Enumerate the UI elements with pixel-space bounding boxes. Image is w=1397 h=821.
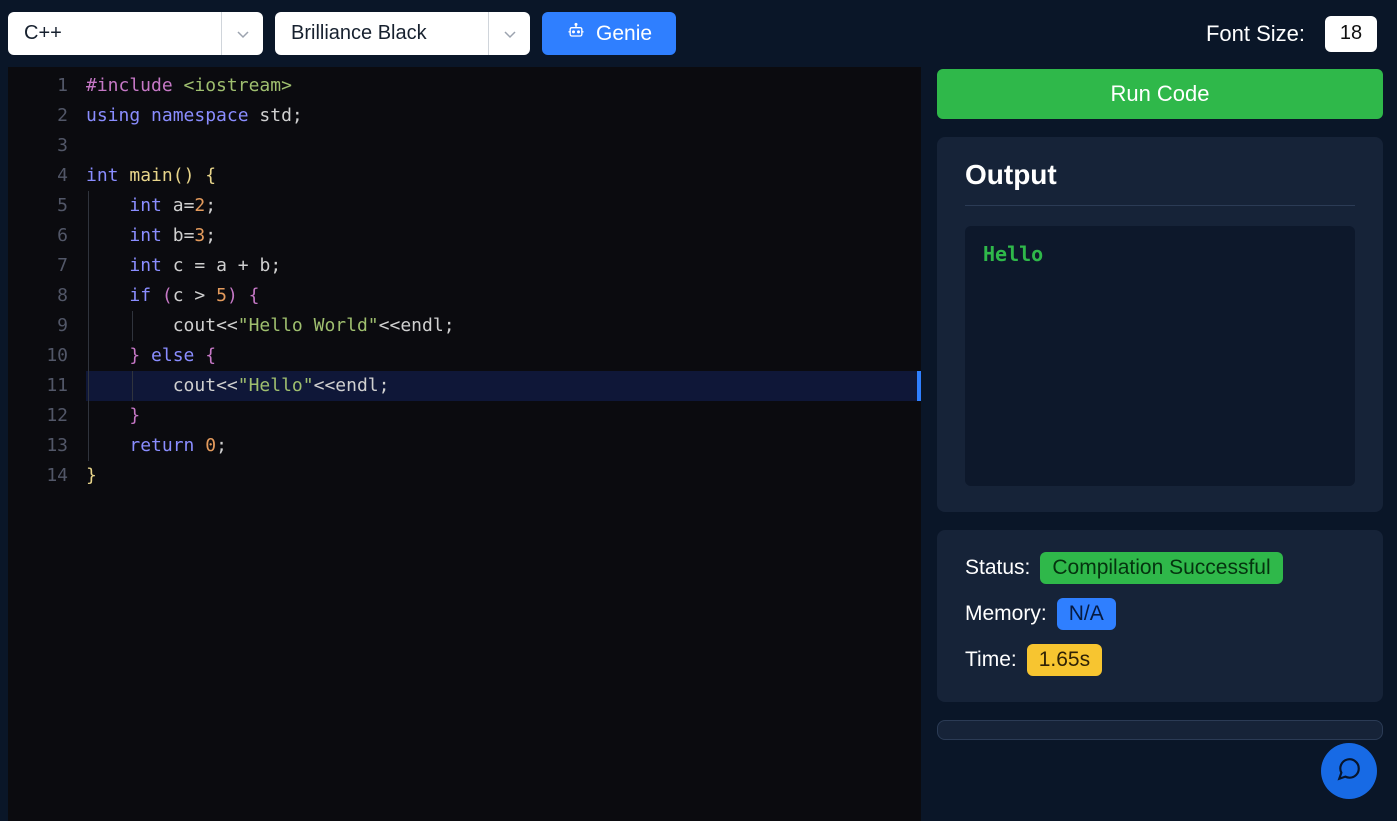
line-number: 4 xyxy=(8,161,68,191)
code-line[interactable]: int main() { xyxy=(86,161,921,191)
code-line[interactable]: #include <iostream> xyxy=(86,71,921,101)
code-line[interactable]: int a=2; xyxy=(86,191,921,221)
font-size-input[interactable] xyxy=(1325,16,1377,52)
output-text: Hello xyxy=(983,242,1043,266)
line-number: 11 xyxy=(8,371,68,401)
memory-badge: N/A xyxy=(1057,598,1116,630)
line-number: 10 xyxy=(8,341,68,371)
line-gutter: 1234567891011121314 xyxy=(8,67,86,821)
line-number: 2 xyxy=(8,101,68,131)
time-badge: 1.65s xyxy=(1027,644,1102,676)
line-number: 9 xyxy=(8,311,68,341)
language-select-value: C++ xyxy=(8,22,221,45)
code-line[interactable]: } xyxy=(86,461,921,491)
line-number: 13 xyxy=(8,431,68,461)
output-box: Hello xyxy=(965,226,1355,486)
code-line[interactable]: if (c > 5) { xyxy=(86,281,921,311)
code-line[interactable]: cout<<"Hello World"<<endl; xyxy=(86,311,921,341)
output-card: Output Hello xyxy=(937,137,1383,512)
code-line[interactable]: int c = a + b; xyxy=(86,251,921,281)
panel-divider xyxy=(937,720,1383,740)
memory-label: Memory: xyxy=(965,602,1047,626)
code-line[interactable]: } xyxy=(86,401,921,431)
chat-icon xyxy=(1336,756,1362,787)
output-title: Output xyxy=(965,159,1355,206)
chevron-down-icon xyxy=(221,12,263,55)
code-line[interactable]: int b=3; xyxy=(86,221,921,251)
code-line[interactable]: return 0; xyxy=(86,431,921,461)
line-number: 6 xyxy=(8,221,68,251)
right-panel: Run Code Output Hello Status: Compilatio… xyxy=(937,67,1397,821)
genie-button[interactable]: Genie xyxy=(542,12,676,55)
status-label: Status: xyxy=(965,556,1030,580)
toolbar: C++ Brilliance Black Genie Font Size: xyxy=(0,0,1397,67)
chat-fab[interactable] xyxy=(1321,743,1377,799)
code-line[interactable]: } else { xyxy=(86,341,921,371)
main-layout: 1234567891011121314 #include <iostream>u… xyxy=(0,67,1397,821)
line-number: 5 xyxy=(8,191,68,221)
status-card: Status: Compilation Successful Memory: N… xyxy=(937,530,1383,702)
code-editor[interactable]: 1234567891011121314 #include <iostream>u… xyxy=(8,67,921,821)
line-number: 1 xyxy=(8,71,68,101)
status-row: Status: Compilation Successful xyxy=(965,552,1355,584)
time-row: Time: 1.65s xyxy=(965,644,1355,676)
theme-select-value: Brilliance Black xyxy=(275,22,488,45)
code-line[interactable]: using namespace std; xyxy=(86,101,921,131)
genie-button-label: Genie xyxy=(596,22,652,46)
line-number: 12 xyxy=(8,401,68,431)
code-area[interactable]: #include <iostream>using namespace std; i… xyxy=(86,67,921,821)
font-size-label: Font Size: xyxy=(1206,21,1305,47)
line-number: 7 xyxy=(8,251,68,281)
language-select[interactable]: C++ xyxy=(8,12,263,55)
theme-select[interactable]: Brilliance Black xyxy=(275,12,530,55)
code-line[interactable] xyxy=(86,131,921,161)
line-number: 3 xyxy=(8,131,68,161)
line-number: 14 xyxy=(8,461,68,491)
line-number: 8 xyxy=(8,281,68,311)
time-label: Time: xyxy=(965,648,1017,672)
robot-icon xyxy=(566,21,586,47)
memory-row: Memory: N/A xyxy=(965,598,1355,630)
code-line[interactable]: cout<<"Hello"<<endl; xyxy=(86,371,921,401)
status-badge: Compilation Successful xyxy=(1040,552,1282,584)
run-code-button[interactable]: Run Code xyxy=(937,69,1383,119)
chevron-down-icon xyxy=(488,12,530,55)
